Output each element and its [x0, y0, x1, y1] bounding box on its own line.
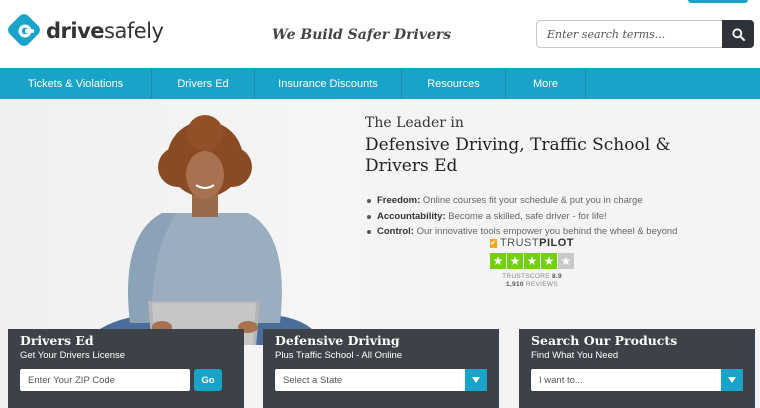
hero-headline-line-1: Defensive Driving, Traffic School &: [365, 135, 671, 155]
chevron-down-icon[interactable]: [721, 369, 743, 391]
list-item: Freedom: Online courses fit your schedul…: [365, 193, 725, 209]
nav-item-more[interactable]: More: [506, 68, 586, 99]
nav-item-tickets-violations[interactable]: Tickets & Violations: [0, 68, 152, 99]
hero-headline: Defensive Driving, Traffic School & Driv…: [365, 135, 725, 177]
chevron-down-icon[interactable]: [465, 369, 487, 391]
hero-headline-line-2: Drivers Ed: [365, 156, 458, 176]
hero-benefits-list: Freedom: Online courses fit your schedul…: [365, 193, 725, 240]
panel-subtitle: Plus Traffic School - All Online: [275, 350, 403, 361]
hero-text: The Leader in Defensive Driving, Traffic…: [365, 115, 725, 240]
logo-text: drivesafely: [46, 19, 164, 43]
star-icon: ★: [524, 253, 540, 269]
hero-person-image: [95, 115, 315, 345]
nav-item-resources[interactable]: Resources: [402, 68, 506, 99]
site-header: drivesafely We Build Safer Drivers: [0, 0, 760, 68]
list-item: Accountability: Become a skilled, safe d…: [365, 209, 725, 225]
zip-form: Go: [20, 369, 232, 391]
logo-mark-icon: [8, 14, 40, 46]
trustscore: TRUSTSCORE 8.9: [502, 273, 562, 280]
product-select[interactable]: I want to...: [531, 369, 743, 391]
star-icon: ★: [541, 253, 557, 269]
search-products-panel: Search Our Products Find What You Need I…: [519, 329, 755, 408]
defensive-driving-panel: Defensive Driving Plus Traffic School - …: [263, 329, 499, 408]
nav-item-insurance-discounts[interactable]: Insurance Discounts: [255, 68, 402, 99]
top-utility-tab[interactable]: [688, 0, 748, 3]
panel-subtitle: Get Your Drivers License: [20, 350, 126, 361]
trustpilot-widget[interactable]: ✔ TRUST PILOT ★ ★ ★ ★ ★ TRUSTSCORE 8.9 1,…: [490, 237, 574, 288]
star-icon: ★: [507, 253, 523, 269]
state-select-row: Select a State: [275, 369, 487, 391]
review-count: 1,910 REVIEWS: [506, 281, 558, 288]
search-input[interactable]: [536, 20, 722, 48]
trustpilot-check-icon: ✔: [490, 238, 497, 248]
drivers-ed-panel: Drivers Ed Get Your Drivers License Go: [8, 329, 244, 408]
panel-subtitle: Find What You Need: [531, 350, 619, 361]
product-select-row: I want to...: [531, 369, 743, 391]
state-select[interactable]: Select a State: [275, 369, 487, 391]
star-icon: ★: [490, 253, 506, 269]
main-nav: Tickets & Violations Drivers Ed Insuranc…: [0, 68, 760, 99]
state-select-value: Select a State: [283, 374, 343, 386]
panel-title: Defensive Driving: [275, 333, 400, 348]
star-icon: ★: [558, 253, 574, 269]
hero-kicker: The Leader in: [365, 115, 464, 131]
site-tagline: We Build Safer Drivers: [272, 27, 452, 43]
search-button[interactable]: [722, 20, 754, 48]
search-icon: [731, 27, 745, 41]
product-select-value: I want to...: [539, 374, 583, 386]
panel-title: Search Our Products: [531, 333, 678, 348]
panel-title: Drivers Ed: [20, 333, 94, 348]
nav-item-drivers-ed[interactable]: Drivers Ed: [152, 68, 255, 99]
go-button[interactable]: Go: [194, 369, 222, 391]
trustpilot-logo: ✔ TRUST PILOT: [490, 237, 574, 249]
site-search: [536, 20, 754, 48]
site-logo[interactable]: drivesafely: [8, 14, 164, 48]
zip-code-input[interactable]: [20, 369, 190, 391]
trustpilot-stars: ★ ★ ★ ★ ★: [490, 253, 574, 269]
